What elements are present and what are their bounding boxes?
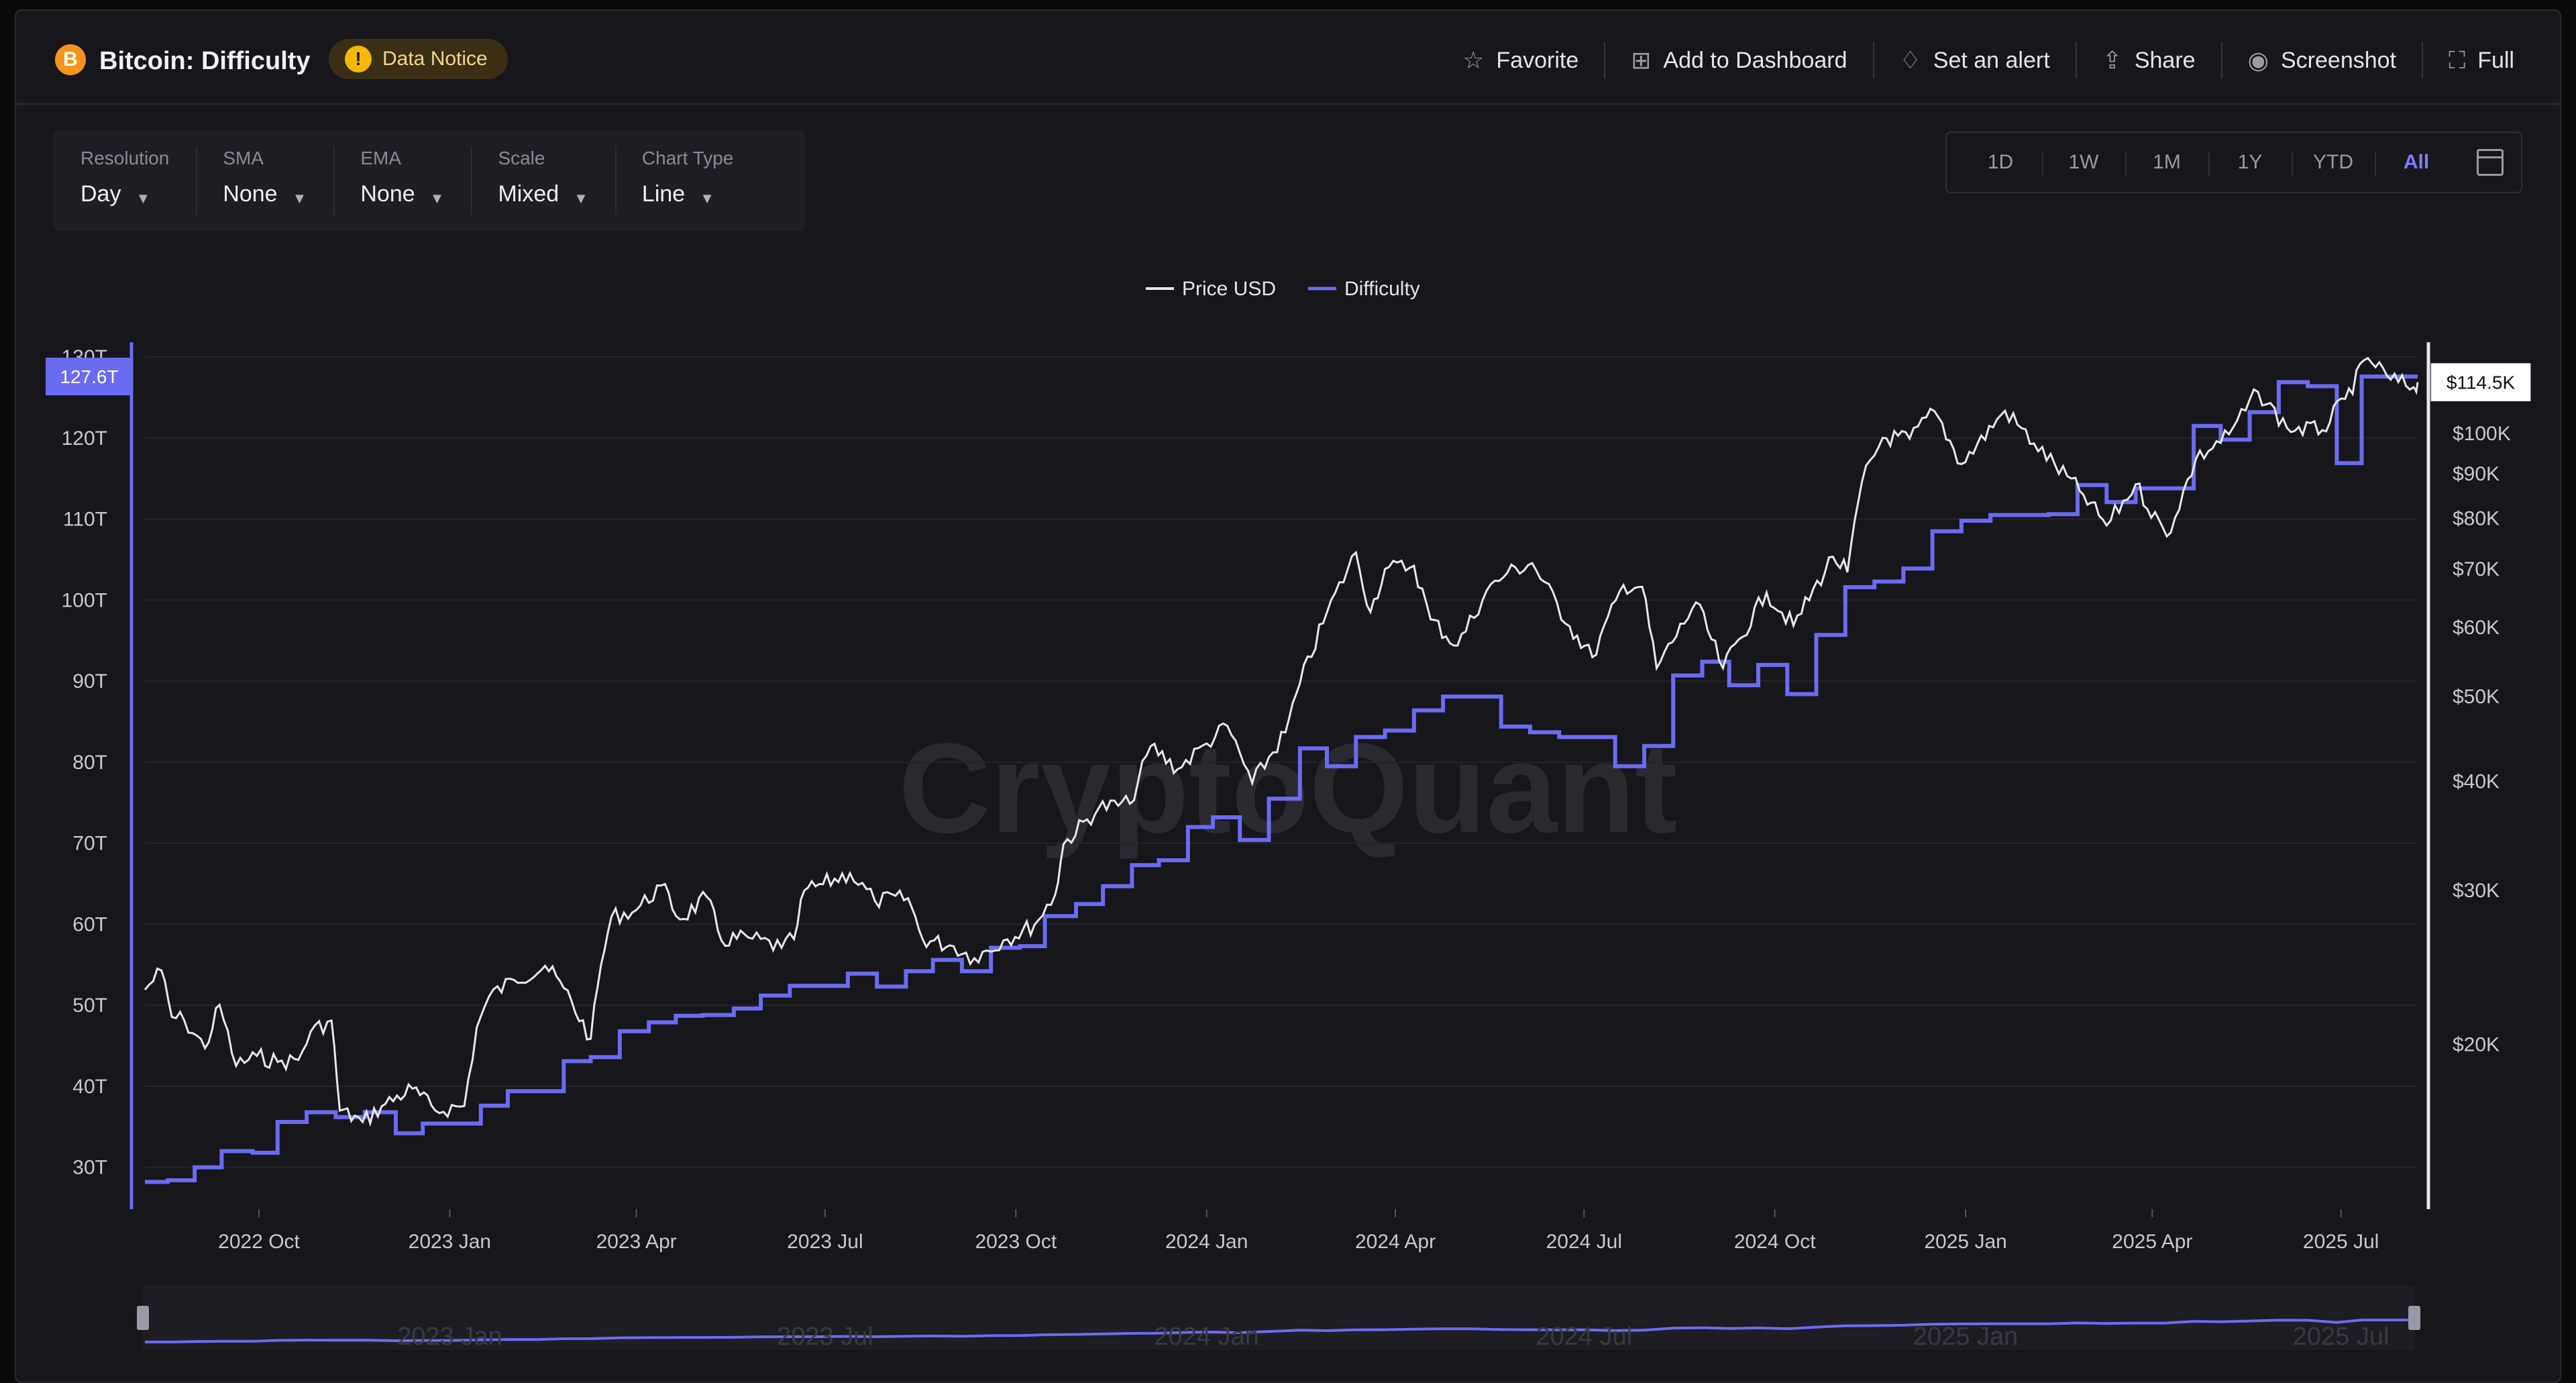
right-tick-label: $70K — [2453, 558, 2500, 580]
x-tick-label: 2025 Jan — [1924, 1231, 2006, 1253]
x-tick-label: 2023 Jan — [409, 1231, 491, 1253]
legend-difficulty[interactable]: Difficulty — [1344, 278, 1420, 300]
x-tick-label: 2024 Apr — [1355, 1231, 1436, 1253]
x-tick-label: 2024 Oct — [1734, 1231, 1816, 1253]
x-tick-label: 2024 Jan — [1165, 1231, 1248, 1253]
left-tick-label: 110T — [63, 509, 107, 531]
right-tick-label: $30K — [2453, 880, 2500, 902]
left-tick-label: 40T — [72, 1076, 107, 1098]
navigator-tick-label: 2024 Jan — [1155, 1323, 1259, 1351]
right-tick-label: $40K — [2453, 770, 2500, 792]
navigator-tick-label: 2023 Jul — [777, 1323, 873, 1351]
right-tick-label: $50K — [2453, 686, 2500, 708]
right-tick-label: $60K — [2453, 617, 2500, 639]
x-tick-label: 2022 Oct — [218, 1231, 300, 1253]
left-tick-label: 60T — [72, 913, 107, 935]
price-last-value: $114.5K — [2447, 372, 2516, 393]
navigator-left-handle[interactable] — [137, 1306, 149, 1330]
navigator-tick-label: 2025 Jan — [1913, 1323, 2018, 1351]
right-tick-label: $90K — [2453, 463, 2500, 485]
x-tick-label: 2025 Apr — [2112, 1231, 2192, 1253]
difficulty-last-value: 127.6T — [60, 366, 118, 387]
right-tick-label: $100K — [2453, 423, 2511, 445]
left-tick-label: 50T — [72, 994, 107, 1017]
left-tick-label: 90T — [72, 670, 107, 693]
price-last-value-label: $114.5K — [2430, 363, 2531, 402]
left-axis: 30T40T50T60T70T80T90T100T110T120T130T — [62, 346, 107, 1179]
right-tick-label: $20K — [2453, 1033, 2500, 1056]
x-axis: 2022 Oct 2023 Jan 2023 Apr 2023 Jul 2023 Oct… — [218, 1209, 2379, 1253]
difficulty-last-value-label: 127.6T — [46, 358, 133, 396]
left-tick-label: 80T — [72, 752, 107, 774]
x-tick-label: 2023 Apr — [596, 1231, 677, 1253]
x-tick-label: 2023 Oct — [975, 1231, 1057, 1253]
left-tick-label: 70T — [72, 833, 107, 855]
x-tick-label: 2024 Jul — [1546, 1231, 1622, 1253]
right-axis: $20K $30K $40K $50K $60K $70K $80K $90K $100K — [2453, 423, 2511, 1056]
x-tick-label: 2025 Jul — [2303, 1231, 2379, 1253]
left-tick-label: 100T — [62, 589, 107, 611]
left-tick-label: 120T — [62, 427, 107, 450]
navigator-right-handle[interactable] — [2408, 1306, 2420, 1330]
range-navigator[interactable]: 2023 Jan 2023 Jul 2024 Jan 2024 Jul 2025 Jan… — [137, 1286, 2420, 1351]
navigator-tick-label: 2023 Jan — [397, 1323, 502, 1351]
x-tick-label: 2023 Jul — [787, 1231, 863, 1253]
legend-price-usd[interactable]: Price USD — [1182, 278, 1276, 300]
difficulty-chart[interactable]: CryptoQuant Price USD Difficulty 30T40T5… — [0, 0, 2576, 1383]
right-tick-label: $80K — [2453, 507, 2500, 529]
navigator-tick-label: 2025 Jul — [2293, 1323, 2390, 1351]
chart-legend: Price USD Difficulty — [1146, 278, 1420, 300]
left-tick-label: 30T — [72, 1157, 107, 1179]
navigator-tick-label: 2024 Jul — [1536, 1323, 1632, 1351]
